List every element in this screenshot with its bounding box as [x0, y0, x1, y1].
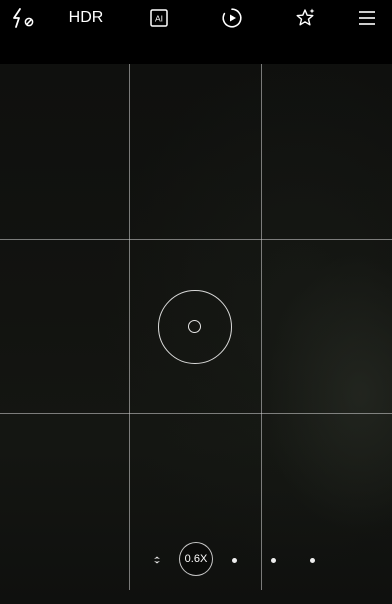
- camera-viewfinder[interactable]: 0.6X: [0, 64, 392, 604]
- ai-button[interactable]: AI: [142, 4, 176, 32]
- grid-line-vertical: [261, 64, 262, 590]
- flash-toggle-button[interactable]: [6, 4, 40, 32]
- beauty-sparkle-icon: [296, 8, 315, 26]
- beauty-button[interactable]: [288, 4, 322, 32]
- menu-button[interactable]: [350, 4, 384, 32]
- menu-icon: [359, 11, 375, 25]
- zoom-option-dot[interactable]: [310, 558, 315, 563]
- wide-angle-icon: [154, 556, 160, 564]
- motion-photo-button[interactable]: [215, 4, 249, 32]
- top-toolbar: HDR AI: [0, 0, 392, 64]
- ai-label: AI: [155, 14, 163, 24]
- zoom-active-label: 0.6X: [184, 553, 208, 565]
- zoom-active-button[interactable]: 0.6X: [179, 542, 213, 576]
- flash-off-icon: [13, 8, 34, 28]
- zoom-selector: 0.6X: [0, 542, 392, 578]
- zoom-wide-button[interactable]: [152, 555, 162, 565]
- hdr-label: HDR: [68, 9, 104, 26]
- grid-line-horizontal: [0, 239, 392, 240]
- ai-icon: AI: [150, 9, 168, 27]
- motion-photo-icon: [222, 8, 242, 28]
- focus-center-dot: [188, 320, 201, 333]
- hdr-button[interactable]: HDR: [66, 4, 106, 32]
- zoom-option-dot[interactable]: [232, 558, 237, 563]
- zoom-option-dot[interactable]: [271, 558, 276, 563]
- grid-line-horizontal: [0, 413, 392, 414]
- grid-line-vertical: [129, 64, 130, 590]
